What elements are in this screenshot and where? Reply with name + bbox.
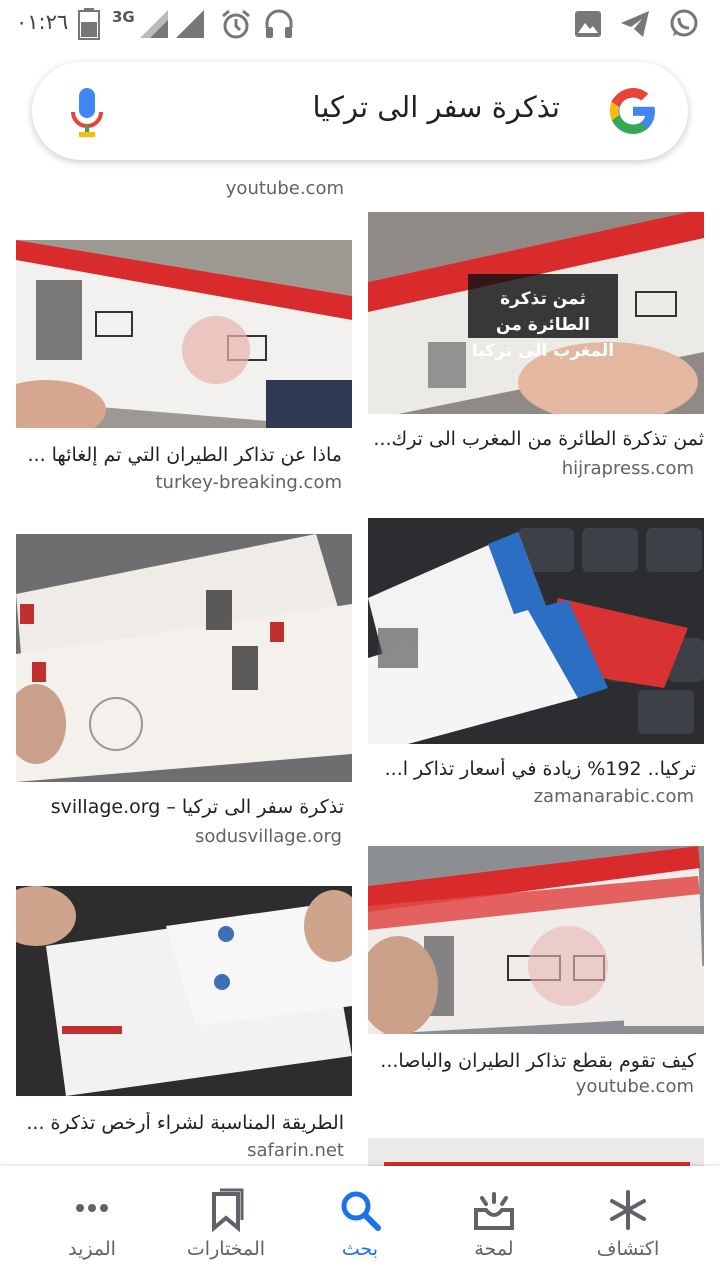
result-site[interactable]: zamanarabic.com xyxy=(358,786,694,807)
result-thumbnail[interactable] xyxy=(368,846,704,1034)
result-title[interactable]: الطريقة المناسبة لشراء أرخص تذكرة ... xyxy=(8,1112,344,1134)
more-dots-icon xyxy=(76,1204,108,1212)
result-title[interactable]: ثمن تذكرة الطائرة من المغرب الى ترك... xyxy=(368,428,704,450)
inbox-tray-icon xyxy=(474,1192,514,1230)
result-thumbnail[interactable]: ثمن تذكرة الطائرة من المغرب الى تركيا xyxy=(368,212,704,414)
headphones-icon xyxy=(265,9,293,38)
search-icon xyxy=(341,1191,381,1231)
result-card[interactable]: ثمن تذكرة الطائرة من المغرب الى تركيا ثم… xyxy=(368,212,704,482)
asterisk-icon xyxy=(610,1190,646,1230)
result-title[interactable]: تذكرة سفر الى تركيا – svillage.org xyxy=(8,796,344,818)
nav-label: لمحة xyxy=(474,1238,514,1260)
boarding-pass-image xyxy=(16,240,352,428)
nav-collections[interactable]: المختارات xyxy=(154,1166,298,1280)
search-query[interactable]: تذكرة سفر الى تركيا xyxy=(313,90,560,124)
status-bar: ٠١:٢٦ 3G xyxy=(0,0,720,52)
result-site[interactable]: hijrapress.com xyxy=(358,458,694,479)
result-title[interactable]: ماذا عن تذاكر الطيران التي تم إلغائها ..… xyxy=(6,444,342,466)
result-card[interactable]: تذكرة سفر الى تركيا – svillage.org sodus… xyxy=(16,534,352,850)
nav-search[interactable]: بحث xyxy=(288,1166,432,1280)
nav-label: المختارات xyxy=(186,1238,266,1260)
result-thumbnail[interactable] xyxy=(16,240,352,428)
result-source-top[interactable]: youtube.com xyxy=(16,178,344,199)
nav-label: اكتشاف xyxy=(596,1238,660,1260)
signal-icon xyxy=(140,10,168,38)
boarding-pass-image xyxy=(368,518,704,744)
result-card[interactable]: تركيا.. 192% زيادة في أسعار تذاكر ا... z… xyxy=(368,518,704,808)
clock: ٠١:٢٦ xyxy=(16,10,69,34)
boarding-pass-image xyxy=(16,534,352,782)
nav-glance[interactable]: لمحة xyxy=(422,1166,566,1280)
mic-icon[interactable] xyxy=(70,88,104,138)
thumbnail-overlay-text: ثمن تذكرة الطائرة من المغرب الى تركيا xyxy=(471,289,615,361)
bottom-navigation: اكتشاف لمحة بحث المختارات المزيد xyxy=(0,1166,720,1280)
nav-more[interactable]: المزيد xyxy=(20,1166,164,1280)
search-box[interactable]: تذكرة سفر الى تركيا xyxy=(32,62,688,160)
gallery-icon xyxy=(575,11,601,37)
alarm-icon xyxy=(222,9,250,39)
result-card[interactable]: الطريقة المناسبة لشراء أرخص تذكرة ... sa… xyxy=(16,886,352,1162)
result-thumbnail[interactable] xyxy=(368,518,704,744)
nav-label: بحث xyxy=(341,1238,379,1260)
result-thumbnail[interactable] xyxy=(16,886,352,1096)
result-card[interactable]: ماذا عن تذاكر الطيران التي تم إلغائها ..… xyxy=(16,240,352,500)
google-logo-icon[interactable] xyxy=(608,86,658,136)
result-site[interactable]: safarin.net xyxy=(8,1140,344,1161)
result-card-partial[interactable] xyxy=(368,1138,704,1168)
result-site[interactable]: sodusvillage.org xyxy=(6,826,342,847)
result-card[interactable]: كيف تقوم بقطع تذاكر الطيران والباصا... y… xyxy=(368,846,704,1102)
result-thumbnail[interactable] xyxy=(16,534,352,782)
network-type-label: 3G xyxy=(112,8,135,26)
whatsapp-icon xyxy=(670,9,698,37)
boarding-pass-image xyxy=(16,886,352,1096)
nav-discover[interactable]: اكتشاف xyxy=(556,1166,700,1280)
bookmarks-icon xyxy=(212,1188,244,1232)
result-title[interactable]: كيف تقوم بقطع تذاكر الطيران والباصا... xyxy=(360,1050,696,1072)
nav-label: المزيد xyxy=(68,1238,116,1260)
result-site[interactable]: turkey-breaking.com xyxy=(6,472,342,493)
battery-icon xyxy=(78,8,100,40)
boarding-pass-image xyxy=(368,846,704,1034)
result-title[interactable]: تركيا.. 192% زيادة في أسعار تذاكر ا... xyxy=(360,758,696,780)
signal-icon-2 xyxy=(176,10,204,38)
telegram-icon xyxy=(621,11,649,37)
result-site[interactable]: youtube.com xyxy=(358,1076,694,1097)
